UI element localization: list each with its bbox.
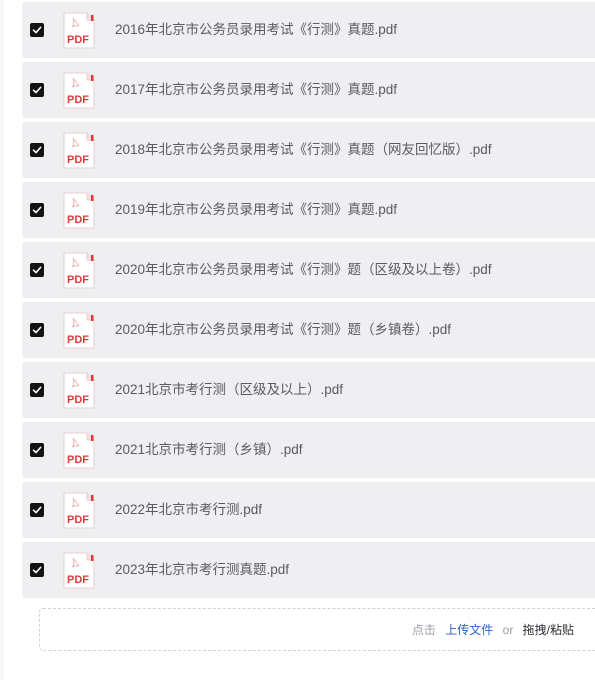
file-row[interactable]: PDF 2017年北京市公务员录用考试《行测》真题.pdf [22,62,595,118]
file-upload-panel: PDF 2016年北京市公务员录用考试《行测》真题.pdf PDF 2017年北京市公… [0,0,595,680]
check-icon [32,566,42,574]
svg-text:PDF: PDF [67,514,89,526]
pdf-file-icon: PDF [63,372,95,409]
svg-text:PDF: PDF [67,454,89,466]
file-checkbox[interactable] [30,443,44,457]
svg-text:PDF: PDF [67,574,89,586]
file-checkbox[interactable] [30,143,44,157]
check-icon [32,86,42,94]
svg-text:PDF: PDF [67,274,89,286]
file-row[interactable]: PDF 2016年北京市公务员录用考试《行测》真题.pdf [22,2,595,58]
svg-text:PDF: PDF [67,214,89,226]
file-row[interactable]: PDF 2023年北京市考行测真题.pdf [22,542,595,598]
upload-dropzone[interactable]: 点击 上传文件 or 拖拽/粘贴 [39,608,595,651]
pdf-file-icon: PDF [63,192,95,229]
file-row[interactable]: PDF 2018年北京市公务员录用考试《行测》真题（网友回忆版）.pdf [22,122,595,178]
file-row[interactable]: PDF 2022年北京市考行测.pdf [22,482,595,538]
pdf-file-icon: PDF [63,432,95,469]
file-row[interactable]: PDF 2020年北京市公务员录用考试《行测》题（乡镇卷）.pdf [22,302,595,358]
check-icon [32,206,42,214]
check-icon [32,266,42,274]
left-border [0,0,4,680]
svg-text:PDF: PDF [67,34,89,46]
file-checkbox[interactable] [30,323,44,337]
file-name: 2021北京市考行测（乡镇）.pdf [115,442,303,457]
upload-prefix: 点击 [411,623,436,637]
file-checkbox[interactable] [30,203,44,217]
file-name: 2022年北京市考行测.pdf [115,502,263,517]
file-row[interactable]: PDF 2019年北京市公务员录用考试《行测》真题.pdf [22,182,595,238]
file-checkbox[interactable] [30,23,44,37]
file-checkbox[interactable] [30,263,44,277]
file-row[interactable]: PDF 2021北京市考行测（乡镇）.pdf [22,422,595,478]
upload-instructions: 点击 上传文件 or 拖拽/粘贴 [412,622,574,638]
file-name: 2019年北京市公务员录用考试《行测》真题.pdf [115,202,398,217]
pdf-file-icon: PDF [63,252,95,289]
file-row[interactable]: PDF 2021北京市考行测（区级及以上）.pdf [22,362,595,418]
file-name: 2017年北京市公务员录用考试《行测》真题.pdf [115,82,398,97]
pdf-file-icon: PDF [63,72,95,109]
file-name: 2023年北京市考行测真题.pdf [115,562,290,577]
check-icon [32,386,42,394]
check-icon [32,146,42,154]
check-icon [32,506,42,514]
pdf-file-icon: PDF [63,492,95,529]
pdf-file-icon: PDF [63,12,95,49]
file-name: 2016年北京市公务员录用考试《行测》真题.pdf [115,22,398,37]
upload-file-link[interactable]: 上传文件 [445,623,493,637]
drag-paste-text[interactable]: 拖拽/粘贴 [523,623,574,637]
pdf-file-icon: PDF [63,132,95,169]
file-name: 2020年北京市公务员录用考试《行测》题（区级及以上卷）.pdf [115,262,492,277]
svg-text:PDF: PDF [67,94,89,106]
file-name: 2018年北京市公务员录用考试《行测》真题（网友回忆版）.pdf [115,142,492,157]
file-name: 2021北京市考行测（区级及以上）.pdf [115,382,344,397]
svg-text:PDF: PDF [67,154,89,166]
check-icon [32,326,42,334]
check-icon [32,446,42,454]
svg-text:PDF: PDF [67,394,89,406]
file-checkbox[interactable] [30,383,44,397]
file-checkbox[interactable] [30,563,44,577]
file-checkbox[interactable] [30,83,44,97]
pdf-file-icon: PDF [63,312,95,349]
pdf-file-icon: PDF [63,552,95,589]
svg-text:PDF: PDF [67,334,89,346]
check-icon [32,26,42,34]
file-checkbox[interactable] [30,503,44,517]
file-row[interactable]: PDF 2020年北京市公务员录用考试《行测》题（区级及以上卷）.pdf [22,242,595,298]
upload-or-text: or [502,623,514,637]
file-name: 2020年北京市公务员录用考试《行测》题（乡镇卷）.pdf [115,322,452,337]
